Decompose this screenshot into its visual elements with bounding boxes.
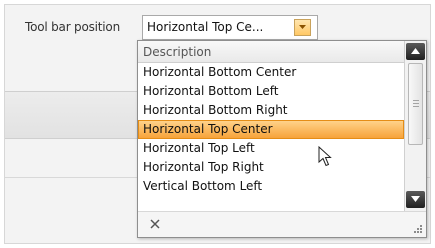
chevron-down-icon bbox=[299, 25, 306, 29]
toolbar-position-dropdown: Description Horizontal Bottom Center Hor… bbox=[137, 40, 427, 238]
close-icon[interactable] bbox=[149, 218, 161, 230]
toolbar-position-combobox[interactable]: Horizontal Top Ce... bbox=[142, 15, 318, 40]
scroll-thumb[interactable] bbox=[408, 63, 423, 145]
toolbar-position-value: Horizontal Top Ce... bbox=[147, 20, 264, 34]
dropdown-toggle-button[interactable] bbox=[294, 19, 311, 36]
toolbar-position-label: Tool bar position bbox=[25, 20, 120, 34]
arrow-up-icon bbox=[411, 48, 420, 54]
dropdown-footer bbox=[138, 211, 426, 237]
arrow-down-icon bbox=[411, 196, 420, 202]
thumb-grip-line bbox=[413, 100, 419, 101]
description-column-label: Description bbox=[143, 45, 212, 59]
dropdown-option[interactable]: Horizontal Top Right bbox=[138, 158, 404, 177]
resize-grip-icon[interactable] bbox=[413, 224, 423, 234]
dropdown-scrollbar[interactable] bbox=[404, 41, 426, 211]
dropdown-option[interactable]: Horizontal Bottom Right bbox=[138, 101, 404, 120]
dropdown-list: Horizontal Bottom Center Horizontal Bott… bbox=[138, 63, 404, 196]
dropdown-column-header: Description bbox=[138, 41, 404, 63]
scroll-down-button[interactable] bbox=[406, 191, 425, 208]
dropdown-option[interactable]: Horizontal Bottom Left bbox=[138, 82, 404, 101]
dropdown-option-selected[interactable]: Horizontal Top Center bbox=[138, 120, 404, 139]
thumb-grip-line bbox=[413, 103, 419, 104]
thumb-grip-line bbox=[413, 106, 419, 107]
dropdown-option[interactable]: Horizontal Bottom Center bbox=[138, 63, 404, 82]
dropdown-option[interactable]: Horizontal Top Left bbox=[138, 139, 404, 158]
dropdown-option[interactable]: Vertical Bottom Left bbox=[138, 177, 404, 196]
scroll-up-button[interactable] bbox=[406, 43, 425, 60]
